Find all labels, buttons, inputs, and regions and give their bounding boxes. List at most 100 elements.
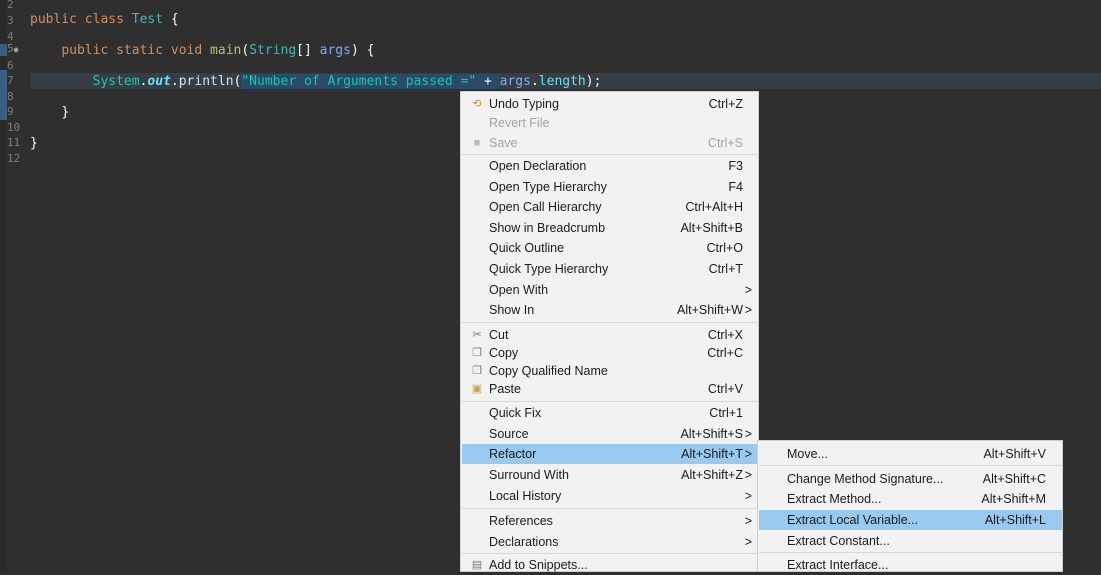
submenu-item-move[interactable]: Move... Alt+Shift+V xyxy=(759,444,1062,464)
menu-item-open-type-hierarchy[interactable]: Open Type Hierarchy F4 xyxy=(462,177,758,197)
paren: ); xyxy=(585,74,602,89)
menu-item-label: References xyxy=(489,514,553,528)
menu-item-quick-outline[interactable]: Quick Outline Ctrl+O xyxy=(462,238,758,258)
selected-string-literal[interactable]: "Number of Arguments passed =" xyxy=(241,74,477,89)
menu-item-source[interactable]: Source Alt+Shift+S > xyxy=(462,424,758,444)
parameter: args xyxy=(319,43,351,58)
menu-item-shortcut: Alt+Shift+M xyxy=(981,492,1046,506)
field: length xyxy=(538,74,586,89)
dot: . xyxy=(170,74,179,89)
menu-item-shortcut: Alt+Shift+L xyxy=(984,513,1046,527)
menu-separator xyxy=(759,465,1062,466)
menu-item-shortcut: Alt+Shift+B xyxy=(680,221,743,235)
keyword: static xyxy=(116,43,164,58)
menu-item-label: Open Type Hierarchy xyxy=(489,180,607,194)
menu-item-quick-fix[interactable]: Quick Fix Ctrl+1 xyxy=(462,403,758,423)
paste-icon: ▣ xyxy=(471,383,483,395)
menu-item-label: Save xyxy=(489,136,518,150)
code-line-3[interactable]: public class Test { xyxy=(30,13,179,27)
code-line-7[interactable]: System.out.println("Number of Arguments … xyxy=(30,74,602,89)
menu-item-label: Local History xyxy=(489,489,562,503)
menu-item-copy-qualified-name[interactable]: ❐ Copy Qualified Name xyxy=(462,361,758,381)
overview-ruler xyxy=(0,0,7,572)
line-number: 9 xyxy=(7,105,14,118)
submenu-item-extract-method[interactable]: Extract Method... Alt+Shift+M xyxy=(759,489,1062,509)
menu-item-shortcut: Ctrl+1 xyxy=(709,406,743,420)
fold-marker-icon[interactable]: ● xyxy=(14,45,19,54)
menu-item-shortcut: Ctrl+O xyxy=(706,241,743,255)
submenu-arrow-icon: > xyxy=(744,489,752,503)
menu-item-open-with[interactable]: Open With > xyxy=(462,280,758,300)
line-number-folded[interactable]: 5● xyxy=(7,42,29,55)
brace: } xyxy=(30,136,38,151)
menu-item-references[interactable]: References > xyxy=(462,511,758,531)
line-number: 11 xyxy=(7,136,21,149)
menu-item-shortcut: Ctrl+S xyxy=(707,136,743,150)
code-line-5[interactable]: public static void main(String[] args) { xyxy=(30,44,374,58)
plus-operator: + xyxy=(476,74,500,89)
menu-separator xyxy=(462,322,758,323)
menu-item-show-in-breadcrumb[interactable]: Show in Breadcrumb Alt+Shift+B xyxy=(462,218,758,238)
variable: args xyxy=(499,74,531,89)
undo-icon: ⟲ xyxy=(472,98,482,110)
menu-item-label: Copy Qualified Name xyxy=(489,364,608,378)
static-field: out xyxy=(147,74,171,89)
menu-item-quick-type-hierarchy[interactable]: Quick Type Hierarchy Ctrl+T xyxy=(462,259,758,279)
ruler-marker xyxy=(0,70,7,120)
brackets: [] xyxy=(296,43,312,58)
submenu-item-extract-local-variable[interactable]: Extract Local Variable... Alt+Shift+L xyxy=(759,510,1062,530)
menu-item-label: Extract Interface... xyxy=(787,558,889,572)
menu-item-open-declaration[interactable]: Open Declaration F3 xyxy=(462,156,758,176)
line-number: 4 xyxy=(7,30,14,43)
menu-item-shortcut: Alt+Shift+W xyxy=(677,303,743,317)
brace: { xyxy=(170,12,179,27)
menu-item-show-in[interactable]: Show In Alt+Shift+W > xyxy=(462,300,758,320)
keyword: public xyxy=(30,12,77,27)
menu-item-label: Cut xyxy=(489,328,509,342)
line-number: 7 xyxy=(7,74,14,87)
menu-item-refactor[interactable]: Refactor Alt+Shift+T > xyxy=(462,444,758,464)
scissors-icon: ✂ xyxy=(472,329,482,341)
submenu-arrow-icon: > xyxy=(744,427,752,441)
menu-item-add-to-snippets[interactable]: ▤ Add to Snippets... xyxy=(462,555,758,575)
menu-item-shortcut: F3 xyxy=(728,159,743,173)
menu-item-cut[interactable]: ✂ Cut Ctrl+X xyxy=(462,325,758,345)
dot: . xyxy=(530,74,539,89)
submenu-arrow-icon: > xyxy=(744,535,752,549)
submenu-item-change-method-signature[interactable]: Change Method Signature... Alt+Shift+C xyxy=(759,469,1062,489)
submenu-item-extract-constant[interactable]: Extract Constant... xyxy=(759,531,1062,551)
copy-qualified-icon: ❐ xyxy=(472,365,482,377)
line-number: 6 xyxy=(7,59,14,72)
menu-item-surround-with[interactable]: Surround With Alt+Shift+Z > xyxy=(462,465,758,485)
keyword: void xyxy=(170,43,203,58)
submenu-arrow-icon: > xyxy=(744,447,752,461)
menu-item-label: Paste xyxy=(489,382,521,396)
line-number: 3 xyxy=(7,14,14,27)
menu-item-local-history[interactable]: Local History > xyxy=(462,486,758,506)
menu-item-declarations[interactable]: Declarations > xyxy=(462,532,758,552)
menu-item-label: Extract Method... xyxy=(787,492,882,506)
menu-item-open-call-hierarchy[interactable]: Open Call Hierarchy Ctrl+Alt+H xyxy=(462,197,758,217)
code-line-11[interactable]: } xyxy=(30,137,38,151)
menu-item-shortcut: Ctrl+V xyxy=(707,382,743,396)
brace: } xyxy=(61,105,70,120)
menu-item-paste[interactable]: ▣ Paste Ctrl+V xyxy=(462,379,758,399)
context-menu: ⟲ Undo Typing Ctrl+Z Revert File ■ Save … xyxy=(460,91,759,572)
menu-item-label: Add to Snippets... xyxy=(489,558,588,572)
menu-item-copy[interactable]: ❐ Copy Ctrl+C xyxy=(462,343,758,363)
submenu-item-extract-interface[interactable]: Extract Interface... xyxy=(759,555,1062,575)
menu-item-label: Show in Breadcrumb xyxy=(489,221,606,235)
menu-item-undo-typing[interactable]: ⟲ Undo Typing Ctrl+Z xyxy=(462,94,758,114)
menu-item-revert-file[interactable]: Revert File xyxy=(462,113,758,133)
line-number: 5 xyxy=(7,42,14,55)
menu-item-label: Move... xyxy=(787,447,828,461)
menu-item-shortcut: Alt+Shift+S xyxy=(680,427,743,441)
menu-item-shortcut: Alt+Shift+Z xyxy=(681,468,743,482)
menu-item-save[interactable]: ■ Save Ctrl+S xyxy=(462,133,758,153)
code-line-9[interactable]: } xyxy=(30,106,69,120)
menu-item-label: Declarations xyxy=(489,535,559,549)
menu-item-shortcut: Ctrl+C xyxy=(707,346,743,360)
copy-icon: ❐ xyxy=(472,347,482,359)
menu-item-label: Extract Local Variable... xyxy=(787,513,919,527)
menu-item-label: Quick Outline xyxy=(489,241,565,255)
